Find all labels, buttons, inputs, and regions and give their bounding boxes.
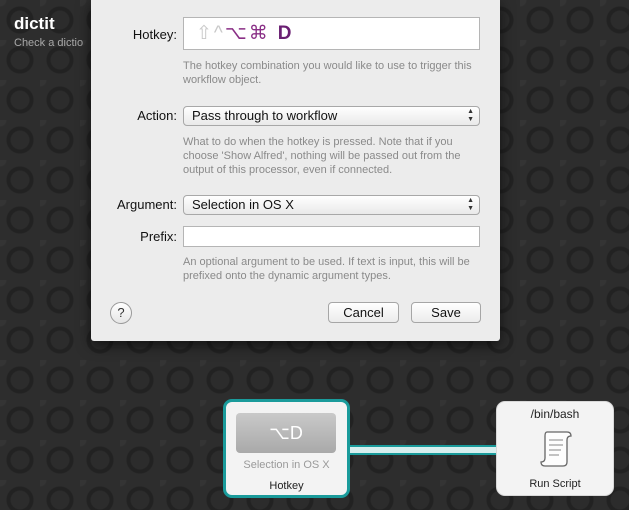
hotkey-modifiers: ⇧^ (196, 23, 225, 44)
action-help: What to do when the hotkey is pressed. N… (183, 136, 461, 176)
hotkey-node[interactable]: ⌥D Selection in OS X Hotkey (223, 399, 350, 498)
workflow-connection[interactable] (348, 445, 498, 455)
prefix-input[interactable] (183, 226, 480, 247)
prefix-help: An optional argument to be used. If text… (183, 256, 470, 282)
argument-label: Argument: (117, 197, 177, 212)
run-script-node[interactable]: /bin/bash Run Script (496, 401, 614, 496)
select-arrows-icon: ▲ ▼ (467, 197, 474, 212)
save-button[interactable]: Save (411, 302, 481, 323)
hotkey-alt-cmd: ⌥⌘ (224, 23, 270, 44)
script-node-title: /bin/bash (530, 407, 580, 421)
argument-select[interactable]: Selection in OS X ▲ ▼ (183, 195, 480, 215)
script-node-name: Run Script (529, 478, 581, 490)
hotkey-key: D (277, 23, 294, 44)
select-arrows-icon: ▲ ▼ (467, 108, 474, 123)
action-select-value: Pass through to workflow (192, 108, 338, 123)
argument-select-value: Selection in OS X (192, 197, 294, 212)
hotkey-badge: ⌥D (236, 413, 336, 453)
hotkey-help: The hotkey combination you would like to… (183, 60, 472, 86)
action-select[interactable]: Pass through to workflow ▲ ▼ (183, 106, 480, 126)
workflow-subtitle: Check a dictio (14, 37, 84, 49)
scroll-icon (540, 431, 572, 467)
hotkey-node-subtitle: Selection in OS X (243, 459, 330, 471)
hotkey-node-name: Hotkey (269, 480, 304, 492)
action-label: Action: (137, 108, 177, 123)
hotkey-label: Hotkey: (132, 27, 177, 42)
hotkey-config-sheet: Hotkey: ⇧^⌥⌘ D The hotkey combination you… (91, 0, 500, 341)
workflow-title: dictit (14, 14, 55, 33)
cancel-button[interactable]: Cancel (328, 302, 399, 323)
hotkey-field[interactable]: ⇧^⌥⌘ D (183, 17, 480, 50)
help-button[interactable]: ? (110, 302, 132, 324)
prefix-label: Prefix: (140, 229, 177, 244)
